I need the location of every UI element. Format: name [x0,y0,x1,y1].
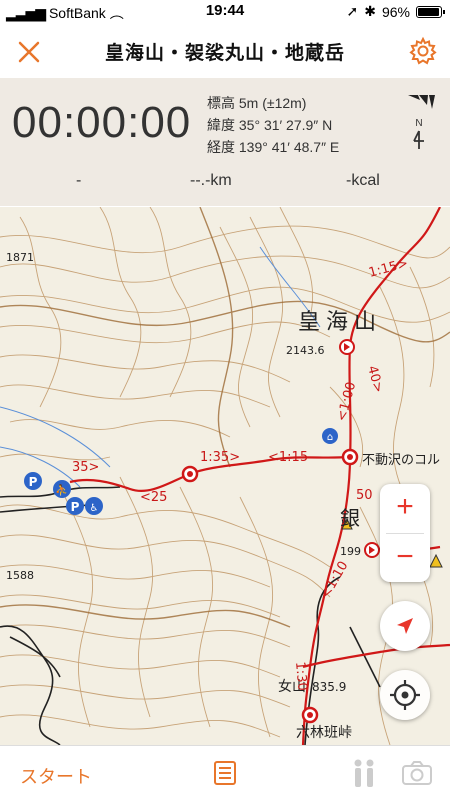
navigation-button[interactable] [380,601,430,651]
route-time-label: 35> [72,460,99,475]
bottom-toolbar: スタート [0,745,450,801]
elevation-readout: 標高 5m (±12m) [207,95,307,111]
zoom-in-button[interactable]: + [380,484,430,533]
compass-n-label: N [415,118,423,129]
gin-label: 銀 [340,506,360,530]
location-arrow-icon: ➚ [346,3,359,19]
topo-map[interactable]: P ⛹ P ♿ ⌂ 皇海山 2143.6 不動沢のコル 1871 1588 女山… [0,207,450,745]
people-icon [354,759,374,787]
compass-icon[interactable]: N [408,118,430,152]
latitude-readout: 緯度 35° 31′ 27.9″ N [207,117,333,133]
peak-elevation-label: 2143.6 [286,344,325,357]
settings-button[interactable] [408,36,438,66]
bluetooth-icon: ✱ [364,3,376,19]
gps-signal-icon [406,92,436,112]
status-right: ➚ ✱ 96% [346,3,445,20]
elevation-label-199: 199 [340,545,361,558]
route-time-label: <25 [140,490,167,505]
compass-arrow-icon [413,130,424,149]
navigation-arrow-icon [397,618,413,634]
locate-button[interactable] [380,670,430,720]
svg-text:♿: ♿ [90,503,99,514]
status-bar: ▂▃▅▆ SoftBank ︵ 19:44 ➚ ✱ 96% [0,0,450,24]
svg-text:⛹: ⛹ [55,483,69,497]
companions-button[interactable] [350,758,378,788]
map-canvas[interactable]: P ⛹ P ♿ ⌂ 皇海山 2143.6 不動沢のコル 1871 1588 女山… [0,207,450,745]
nav-bar: 皇海山・袈裟丸山・地蔵岳 [0,24,450,79]
elevation-label-1588: 1588 [6,569,34,582]
battery-icon [416,5,445,18]
pace-value: - [76,172,82,189]
zoom-control: + − [380,484,430,582]
start-button[interactable]: スタート [20,763,92,789]
rokurin-pass-label: 六林班峠 [296,725,352,741]
route-time-label: <1:15 [268,450,308,465]
zoom-out-button[interactable]: − [380,534,430,583]
list-icon [214,761,236,785]
svg-text:P: P [71,500,80,514]
route-time-label: 1:30 [292,661,309,691]
onna-elevation-label: 835.9 [312,680,346,694]
crosshair-icon [390,680,420,710]
peak-name-label: 皇海山 [298,310,382,335]
svg-text:⌂: ⌂ [327,432,333,443]
route-time-label: 50 [356,488,373,503]
distance-value: --.-km [190,172,232,189]
gear-icon [409,36,437,65]
calories-value: -kcal [346,172,380,189]
elevation-label-1871: 1871 [6,251,34,264]
stats-panel: 00:00:00 標高 5m (±12m) 緯度 35° 31′ 27.9″ N… [0,78,450,206]
svg-text:P: P [29,475,38,489]
battery-percent: 96% [381,3,410,20]
longitude-readout: 経度 139° 41′ 48.7″ E [207,139,340,155]
page-title: 皇海山・袈裟丸山・地蔵岳 [104,43,345,64]
camera-button[interactable] [401,760,433,786]
route-time-label: 1:35> [200,450,240,465]
elapsed-timer: 00:00:00 [12,98,192,147]
camera-icon [402,761,432,785]
pass-name-label: 不動沢のコル [362,453,440,468]
list-button[interactable] [212,760,238,786]
